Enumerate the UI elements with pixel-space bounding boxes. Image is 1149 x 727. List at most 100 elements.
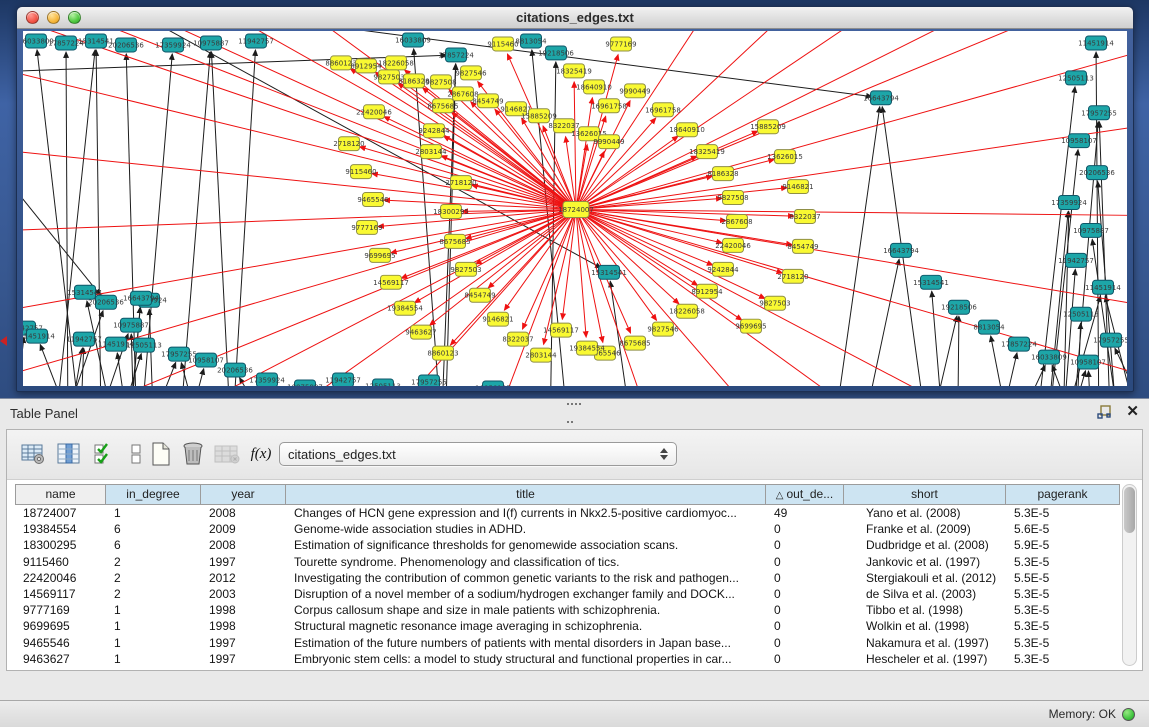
network-canvas[interactable]: 8860123891295418226058982750381863289827… — [23, 31, 1127, 386]
cited-node[interactable]: 13626015 — [767, 150, 803, 164]
cited-node[interactable]: 18325419 — [689, 145, 725, 159]
citing-node[interactable]: 10958107 — [1061, 134, 1097, 148]
citing-node[interactable]: 20206536 — [217, 363, 253, 377]
table-row[interactable]: 1456911722003Disruption of a novel membe… — [15, 586, 1118, 602]
table-row[interactable]: 2242004622012Investigating the contribut… — [15, 570, 1118, 586]
citing-node[interactable]: 17857224 — [438, 48, 474, 62]
citing-node[interactable]: 11451914 — [23, 329, 55, 343]
cited-node[interactable]: 2803144 — [525, 348, 557, 362]
table-vertical-scrollbar[interactable] — [1122, 484, 1137, 666]
cited-node[interactable]: 9463627 — [405, 325, 436, 339]
citing-node[interactable]: 17957255 — [411, 375, 447, 386]
cited-node[interactable]: 18325419 — [556, 64, 592, 78]
cited-node[interactable]: 9115460 — [487, 37, 518, 51]
column-header-year[interactable]: year — [201, 484, 286, 505]
table-row[interactable]: 946362711997Embryonic stem cells: a mode… — [15, 651, 1118, 667]
cited-node[interactable]: 9827546 — [647, 322, 678, 336]
cited-node[interactable]: 8454749 — [787, 239, 818, 253]
citing-node[interactable]: 8813054 — [515, 34, 547, 48]
citing-node[interactable]: 10958107 — [1070, 355, 1106, 369]
cited-node[interactable]: 8186328 — [707, 167, 738, 181]
cited-node[interactable]: 9146821 — [782, 180, 813, 194]
minimize-window-icon[interactable] — [47, 11, 60, 24]
hub-node[interactable]: 18724007 — [558, 202, 594, 218]
citing-node[interactable]: 10975887 — [287, 380, 323, 386]
citing-node[interactable]: 11451914 — [1078, 36, 1114, 50]
cited-node[interactable]: 8675685 — [427, 99, 458, 113]
column-header-pagerank[interactable]: pagerank — [1006, 484, 1120, 505]
cited-node[interactable]: 2718120 — [777, 269, 808, 283]
cited-node[interactable]: 9990449 — [619, 84, 650, 98]
cited-node[interactable]: 9146821 — [482, 312, 513, 326]
table-row[interactable]: 1872400712008Changes of HCN gene express… — [15, 505, 1118, 521]
citing-node[interactable]: 17857224 — [1001, 337, 1037, 351]
citing-node[interactable]: 11451914 — [1085, 280, 1121, 294]
table-row[interactable]: 1830029562008Estimation of significance … — [15, 537, 1118, 553]
table-mode-icon[interactable] — [19, 440, 47, 468]
network-window[interactable]: citations_edges.txt 88601238912954182260… — [16, 6, 1134, 392]
table-selector-dropdown[interactable]: citations_edges.txt — [279, 442, 677, 466]
column-header-title[interactable]: title — [286, 484, 766, 505]
citing-node[interactable]: 10975887 — [113, 318, 149, 332]
column-header-out-de-[interactable]: △out_de... — [766, 484, 844, 505]
cited-node[interactable]: 9115460 — [345, 165, 376, 179]
cited-node[interactable]: 9827503 — [450, 262, 481, 276]
cited-node[interactable]: 8860123 — [427, 346, 458, 360]
cited-node[interactable]: 9465546 — [357, 193, 388, 207]
float-panel-icon[interactable] — [1096, 404, 1112, 420]
cited-node[interactable]: 19384554 — [387, 301, 423, 315]
cited-node[interactable]: 9777169 — [351, 220, 382, 234]
cited-node[interactable]: 16961758 — [645, 103, 681, 117]
network-nodes[interactable]: 8860123891295418226058982750381863289827… — [23, 33, 1127, 386]
cited-node[interactable]: 2867608 — [721, 214, 752, 228]
zoom-window-icon[interactable] — [68, 11, 81, 24]
cited-node[interactable]: 8675685 — [439, 234, 470, 248]
cited-node[interactable]: 9777169 — [605, 37, 636, 51]
cited-node[interactable]: 9827503 — [759, 296, 790, 310]
column-header-in-degree[interactable]: in_degree — [106, 484, 201, 505]
window-titlebar[interactable]: citations_edges.txt — [17, 7, 1133, 29]
cited-node[interactable]: 9242844 — [707, 262, 739, 276]
cited-node[interactable]: 2718120 — [445, 176, 476, 190]
cited-node[interactable]: 18300295 — [433, 205, 469, 219]
cited-node[interactable]: 8454749 — [464, 288, 495, 302]
cited-node[interactable]: 16961758 — [591, 99, 627, 113]
cited-node[interactable]: 2718120 — [333, 137, 364, 151]
citing-node[interactable]: 10958107 — [475, 381, 511, 386]
citing-node[interactable]: 11942757 — [325, 373, 361, 386]
cited-node[interactable]: 9699695 — [735, 319, 766, 333]
show-column-icon[interactable] — [55, 440, 83, 468]
citing-node[interactable]: 16033809 — [1031, 350, 1067, 364]
cited-node[interactable]: 18226058 — [669, 304, 705, 318]
citing-node[interactable]: 15314541 — [913, 275, 949, 289]
close-panel-icon[interactable]: ✕ — [1126, 404, 1139, 420]
cited-node[interactable]: 9827508 — [425, 75, 456, 89]
citing-node[interactable]: 19218506 — [538, 46, 574, 60]
cited-node[interactable]: 9990449 — [593, 135, 624, 149]
new-column-icon[interactable] — [147, 440, 175, 468]
table-row[interactable]: 969969511998Structural magnetic resonanc… — [15, 618, 1118, 634]
cited-node[interactable]: 18640910 — [669, 123, 705, 137]
citing-node[interactable]: 12505113 — [365, 379, 401, 386]
panel-resize-handle[interactable] — [566, 402, 584, 410]
citing-node[interactable]: 17359924 — [249, 373, 285, 386]
citing-node[interactable]: 8813054 — [973, 320, 1005, 334]
cited-node[interactable]: 9827546 — [455, 66, 486, 80]
scrollbar-thumb[interactable] — [1124, 487, 1135, 533]
table-row[interactable]: 911546021997Tourette syndrome. Phenomeno… — [15, 554, 1118, 570]
cited-node[interactable]: 9699695 — [364, 248, 395, 262]
memory-ok-indicator-icon[interactable] — [1122, 708, 1135, 721]
cited-node[interactable]: 8322037 — [502, 332, 533, 346]
citing-node[interactable]: 17359924 — [1051, 196, 1087, 210]
column-header-name[interactable]: name — [15, 484, 106, 505]
cited-node[interactable]: 8675685 — [619, 336, 650, 350]
select-all-icon[interactable] — [91, 440, 119, 468]
function-builder-icon[interactable]: f(x) — [247, 440, 275, 468]
citing-node[interactable]: 17957255 — [1081, 106, 1117, 120]
table-row[interactable]: 946554611997Estimation of the future num… — [15, 635, 1118, 651]
column-header-short[interactable]: short — [844, 484, 1006, 505]
close-window-icon[interactable] — [26, 11, 39, 24]
cited-node[interactable]: 22420046 — [356, 105, 392, 119]
cited-node[interactable]: 8322037 — [789, 209, 820, 223]
cited-node[interactable]: 9827508 — [717, 191, 748, 205]
